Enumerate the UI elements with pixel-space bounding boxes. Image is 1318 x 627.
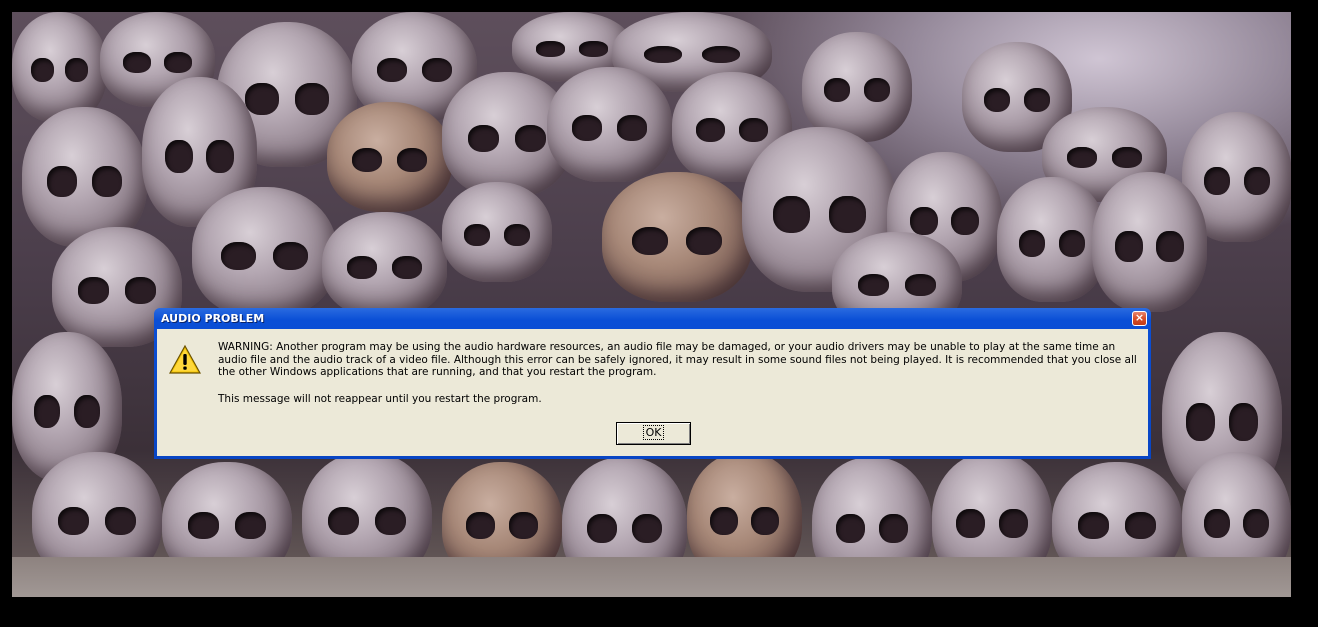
skull-image	[602, 172, 752, 302]
skull-image	[12, 12, 107, 122]
warning-message: WARNING: Another program may be using th…	[218, 341, 1137, 378]
dialog-titlebar[interactable]: AUDIO PROBLEM ×	[157, 308, 1148, 329]
warning-icon	[169, 344, 201, 374]
skull-image	[997, 177, 1107, 302]
audio-problem-dialog: AUDIO PROBLEM × WARNING: Another program…	[154, 308, 1151, 459]
skull-image	[327, 102, 452, 212]
skull-image	[442, 182, 552, 282]
skull-image	[802, 32, 912, 142]
dialog-title: AUDIO PROBLEM	[161, 312, 265, 325]
close-icon: ×	[1134, 311, 1145, 324]
skull-image	[322, 212, 447, 317]
skull-image	[547, 67, 672, 182]
skull-image	[192, 187, 337, 317]
background-photo	[12, 12, 1291, 597]
ok-button-label: OK	[642, 425, 665, 440]
reappear-note: This message will not reappear until you…	[218, 393, 542, 405]
ok-button[interactable]: OK	[616, 422, 691, 445]
close-button[interactable]: ×	[1132, 311, 1147, 326]
floor	[12, 557, 1291, 597]
skull-image	[1092, 172, 1207, 312]
dialog-body: WARNING: Another program may be using th…	[157, 329, 1148, 456]
skull-image	[22, 107, 147, 247]
